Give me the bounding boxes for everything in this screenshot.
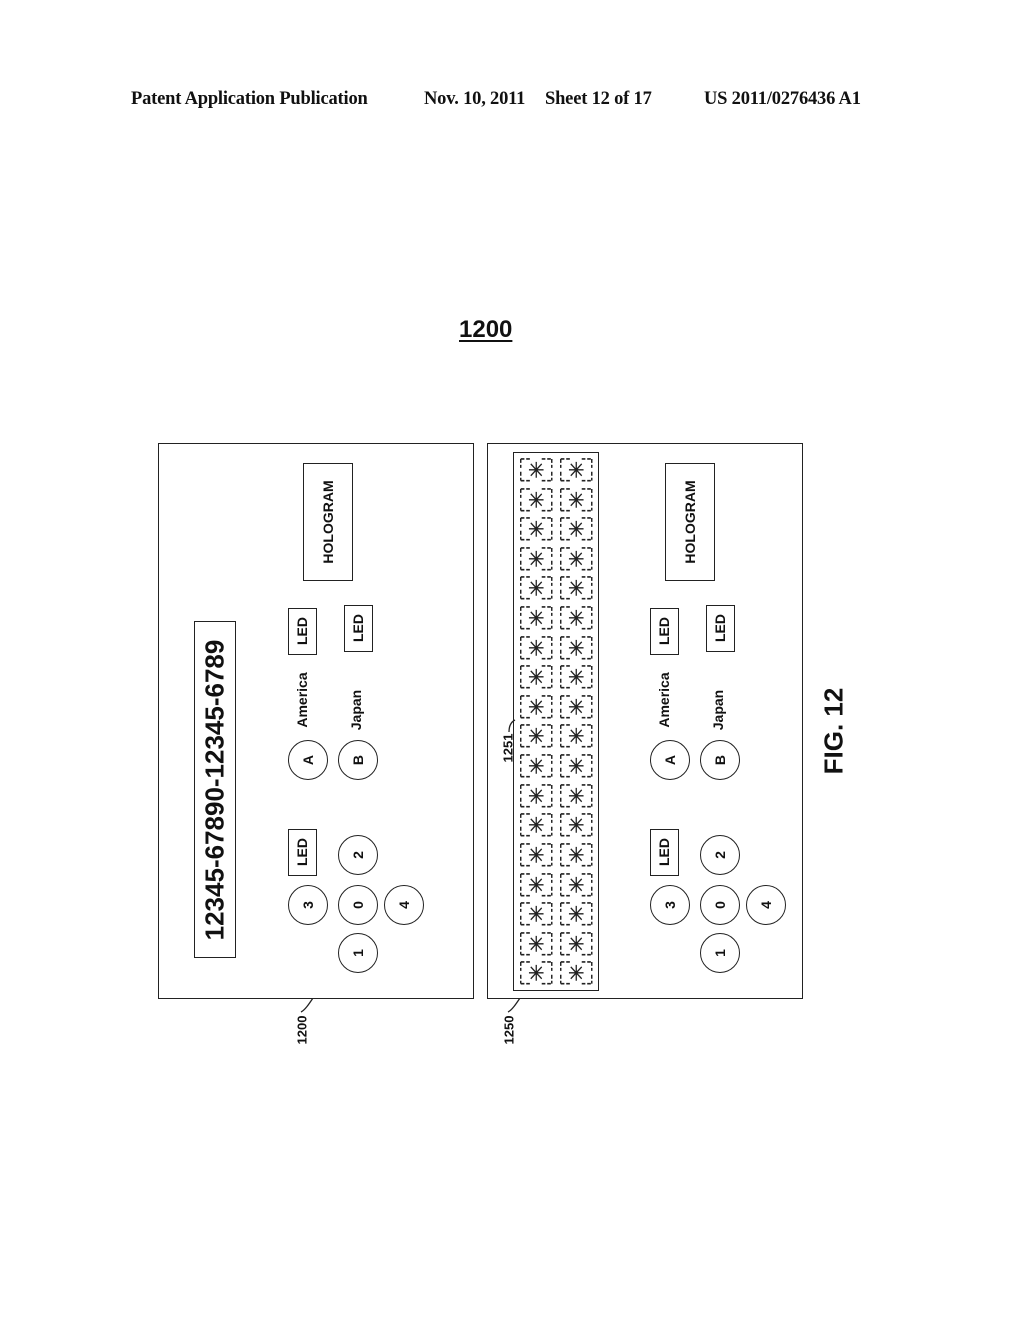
led-matrix-segment bbox=[558, 752, 595, 780]
hologram-label: HOLOGRAM bbox=[682, 480, 698, 564]
led-matrix-segment bbox=[558, 515, 595, 543]
led-matrix-segment bbox=[518, 693, 555, 721]
key-1[interactable]: 1 bbox=[338, 933, 378, 973]
led-matrix-segment bbox=[518, 604, 555, 632]
led-matrix-segment bbox=[558, 782, 595, 810]
led-matrix-segment bbox=[558, 930, 595, 958]
key-0[interactable]: 0 bbox=[338, 885, 378, 925]
region-button-a[interactable]: A bbox=[288, 740, 328, 780]
led-label: LED bbox=[350, 614, 366, 642]
region-caption-japan: Japan bbox=[710, 689, 726, 731]
region-caption-america: America bbox=[656, 672, 672, 728]
led-matrix-display bbox=[513, 452, 599, 991]
figure-caption: FIG. 12 bbox=[818, 687, 849, 775]
region-button-a[interactable]: A bbox=[650, 740, 690, 780]
led-matrix-segment bbox=[518, 871, 555, 899]
key-1[interactable]: 1 bbox=[700, 933, 740, 973]
led-matrix-segment bbox=[518, 841, 555, 869]
key-0[interactable]: 0 bbox=[700, 885, 740, 925]
led-matrix-segment bbox=[518, 515, 555, 543]
key-3[interactable]: 3 bbox=[650, 885, 690, 925]
led-matrix-segment bbox=[518, 811, 555, 839]
led-matrix-segment bbox=[558, 604, 595, 632]
led-matrix-segment bbox=[558, 841, 595, 869]
key-2[interactable]: 2 bbox=[700, 835, 740, 875]
led-matrix-segment bbox=[558, 545, 595, 573]
led-label: LED bbox=[656, 838, 672, 866]
led-matrix-segment bbox=[518, 959, 555, 987]
region-button-b[interactable]: B bbox=[338, 740, 378, 780]
number-display-text: 12345-67890-12345-6789 bbox=[199, 639, 230, 941]
led-matrix-segment bbox=[558, 663, 595, 691]
key-3[interactable]: 3 bbox=[288, 885, 328, 925]
led-matrix-segment bbox=[518, 663, 555, 691]
led-matrix-segment bbox=[518, 486, 555, 514]
led-matrix-segment bbox=[518, 574, 555, 602]
sheet-number: Sheet 12 of 17 bbox=[545, 89, 652, 109]
hologram-label: HOLOGRAM bbox=[320, 480, 336, 564]
region-caption-america: America bbox=[294, 672, 310, 728]
led-matrix-segment bbox=[558, 871, 595, 899]
matrix-ref-1251: 1251 bbox=[500, 733, 516, 763]
led-matrix-segment bbox=[558, 693, 595, 721]
led-matrix-segment bbox=[518, 634, 555, 662]
publication-title: Patent Application Publication bbox=[131, 89, 368, 109]
led-label: LED bbox=[656, 617, 672, 645]
led-matrix-segment bbox=[558, 486, 595, 514]
led-matrix-segment bbox=[518, 722, 555, 750]
region-caption-japan: Japan bbox=[348, 689, 364, 731]
key-4[interactable]: 4 bbox=[384, 885, 424, 925]
led-matrix-segment bbox=[558, 722, 595, 750]
led-label: LED bbox=[712, 614, 728, 642]
led-label: LED bbox=[294, 617, 310, 645]
led-matrix-segment bbox=[518, 900, 555, 928]
led-matrix-segment bbox=[558, 900, 595, 928]
led-matrix-segment bbox=[558, 959, 595, 987]
led-matrix-segment bbox=[518, 752, 555, 780]
publication-number: US 2011/0276436 A1 bbox=[704, 89, 861, 109]
figure-reference: 1200 bbox=[459, 316, 513, 343]
led-matrix-segment bbox=[558, 574, 595, 602]
led-matrix-segment bbox=[518, 782, 555, 810]
led-label: LED bbox=[294, 838, 310, 866]
key-4[interactable]: 4 bbox=[746, 885, 786, 925]
led-matrix-segment bbox=[558, 634, 595, 662]
panel-ref-1200: 1200 bbox=[294, 1015, 310, 1045]
led-matrix-segment bbox=[558, 811, 595, 839]
led-matrix-segment bbox=[518, 545, 555, 573]
led-matrix-segment bbox=[558, 456, 595, 484]
region-button-b[interactable]: B bbox=[700, 740, 740, 780]
led-matrix-segment bbox=[518, 456, 555, 484]
key-2[interactable]: 2 bbox=[338, 835, 378, 875]
panel-ref-1250: 1250 bbox=[501, 1015, 517, 1045]
publication-date: Nov. 10, 2011 bbox=[424, 89, 526, 109]
led-matrix-segment bbox=[518, 930, 555, 958]
